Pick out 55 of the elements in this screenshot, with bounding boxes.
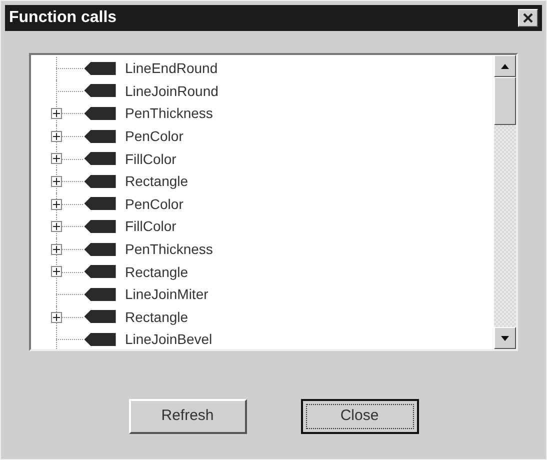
close-button[interactable]	[518, 9, 538, 27]
plus-icon	[53, 155, 60, 162]
expand-button[interactable]	[51, 266, 62, 278]
tag-icon	[83, 242, 117, 256]
down-arrow-icon	[501, 336, 509, 340]
plus-icon	[53, 178, 60, 185]
tag-icon	[83, 332, 117, 346]
dialog-button[interactable]: Close	[300, 399, 418, 434]
expand-button[interactable]	[51, 176, 62, 187]
dialog-button[interactable]: Refresh	[128, 399, 246, 434]
tree-item-label[interactable]: FillColor	[125, 217, 176, 236]
vertical-scrollbar[interactable]	[494, 55, 516, 349]
up-arrow-icon	[501, 64, 509, 68]
plus-icon	[53, 314, 60, 321]
plus-icon	[53, 268, 60, 276]
tag-icon	[83, 174, 117, 188]
plus-icon	[53, 200, 60, 208]
tag-icon	[83, 130, 117, 143]
expand-button[interactable]	[51, 221, 62, 232]
tree-item-label[interactable]: LineJoinBevel	[125, 330, 212, 348]
expand-button[interactable]	[51, 153, 62, 164]
scroll-up-button[interactable]	[494, 55, 516, 77]
expand-button[interactable]	[51, 130, 62, 142]
plus-icon	[53, 132, 60, 140]
expand-button[interactable]	[51, 312, 62, 323]
tree-item-label[interactable]: Rectangle	[125, 308, 188, 326]
tree-item-label[interactable]: PenColor	[125, 127, 184, 146]
expand-button[interactable]	[51, 198, 62, 210]
tree-item-label[interactable]: FillColor	[125, 150, 176, 168]
tree-item-label[interactable]: LineEndRound	[125, 59, 218, 78]
tree-item-label[interactable]: Rectangle	[125, 172, 188, 190]
close-icon	[523, 13, 533, 23]
tag-icon	[83, 220, 117, 233]
tag-icon	[83, 197, 117, 210]
tag-icon	[83, 106, 117, 120]
tree-item-label[interactable]: LineJoinMiter	[125, 285, 208, 304]
expand-button[interactable]	[51, 108, 62, 120]
tree-item-label[interactable]: LineJoinRound	[125, 82, 218, 100]
scroll-down-button[interactable]	[494, 327, 516, 349]
tag-icon	[83, 62, 117, 75]
tree-item-label[interactable]: PenThickness	[125, 104, 213, 122]
tree-item-label[interactable]: PenColor	[125, 194, 184, 213]
expand-button[interactable]	[51, 244, 62, 255]
tag-icon	[83, 288, 117, 301]
tag-icon	[83, 152, 117, 166]
tree-item-label[interactable]: PenThickness	[125, 240, 213, 258]
tag-icon	[83, 265, 117, 278]
window-title: Function calls	[9, 8, 117, 28]
tree-item-label[interactable]: Rectangle	[125, 262, 188, 281]
plus-icon	[53, 110, 60, 118]
tag-icon	[83, 84, 117, 98]
tag-icon	[83, 310, 117, 324]
plus-icon	[53, 246, 60, 253]
plus-icon	[53, 223, 60, 230]
scroll-thumb[interactable]	[494, 77, 516, 125]
